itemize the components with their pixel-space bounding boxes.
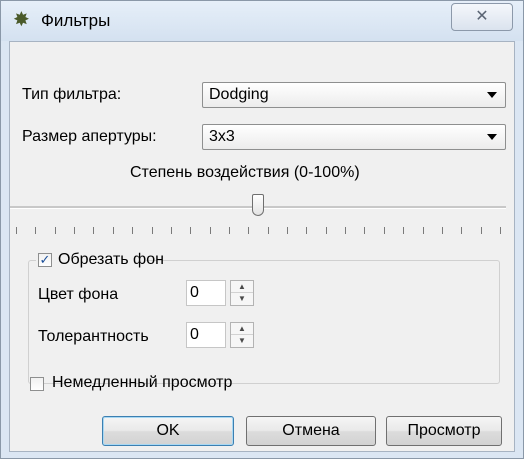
slider-tick [248,227,250,234]
preview-button[interactable]: Просмотр [386,416,502,446]
intensity-slider-thumb[interactable] [252,194,264,216]
down-arrow-icon[interactable]: ▼ [231,335,253,347]
tolerance-input[interactable]: 0 [186,322,226,348]
slider-tick [170,227,172,234]
slider-tick [16,227,17,234]
slider-tick [480,227,482,234]
slider-tick [441,227,443,234]
slider-tick [306,227,308,234]
intensity-label: Степень воздействия (0-100%) [130,164,360,181]
slider-tick [151,227,153,234]
slider-tick [93,227,95,234]
slider-tick [383,227,385,234]
title-bar[interactable]: ✸ Фильтры ✕ [1,1,523,41]
dialog-body: Тип фильтра: Dodging Размер апертуры: 3x… [9,41,515,452]
slider-tick [228,227,230,234]
crop-background-toggle[interactable]: ✓ Обрезать фон [36,250,164,270]
aperture-select[interactable]: 3x3 [202,124,506,150]
tolerance-stepper[interactable]: ▲ ▼ [230,322,254,348]
down-arrow-icon[interactable]: ▼ [231,293,253,305]
slider-tick [35,227,37,234]
slider-tick [364,227,366,234]
slider-tick [74,227,76,234]
slider-tick [132,227,134,234]
slider-tick [112,227,114,234]
slider-tick [345,227,347,234]
crop-background-group [28,260,500,384]
bg-color-label: Цвет фона [38,286,119,303]
filters-dialog: ✸ Фильтры ✕ Тип фильтра: Dodging Размер … [0,0,524,459]
filter-type-select[interactable]: Dodging [202,82,506,108]
aperture-label: Размер апертуры: [22,128,157,145]
tolerance-label: Толерантность [38,328,149,345]
bg-color-input[interactable]: 0 [186,280,226,306]
slider-tick [500,227,501,234]
instant-preview-label[interactable]: Немедленный просмотр [52,374,232,392]
ok-button[interactable]: OK [102,416,234,446]
slider-tick [267,227,269,234]
slider-tick [190,227,192,234]
gear-icon: ✸ [13,9,30,31]
slider-tick [403,227,405,234]
aperture-value: 3x3 [209,128,235,145]
slider-tick [209,227,211,234]
slider-tick [287,227,289,234]
chevron-down-icon [487,134,497,140]
slider-tick [54,227,56,234]
instant-preview-checkbox[interactable] [30,377,44,391]
slider-tick [461,227,463,234]
chevron-down-icon [487,92,497,98]
slider-ticks [10,227,506,235]
cancel-button[interactable]: Отмена [246,416,376,446]
crop-background-label: Обрезать фон [58,251,164,268]
slider-tick [325,227,327,234]
filter-type-label: Тип фильтра: [22,86,122,103]
crop-background-checkbox[interactable]: ✓ [38,253,52,267]
window-title: Фильтры [41,11,111,30]
bg-color-stepper[interactable]: ▲ ▼ [230,280,254,306]
close-icon: ✕ [475,8,489,25]
filter-type-value: Dodging [209,86,269,103]
slider-tick [422,227,424,234]
up-arrow-icon[interactable]: ▲ [231,281,253,293]
up-arrow-icon[interactable]: ▲ [231,323,253,335]
close-button[interactable]: ✕ [451,3,513,31]
